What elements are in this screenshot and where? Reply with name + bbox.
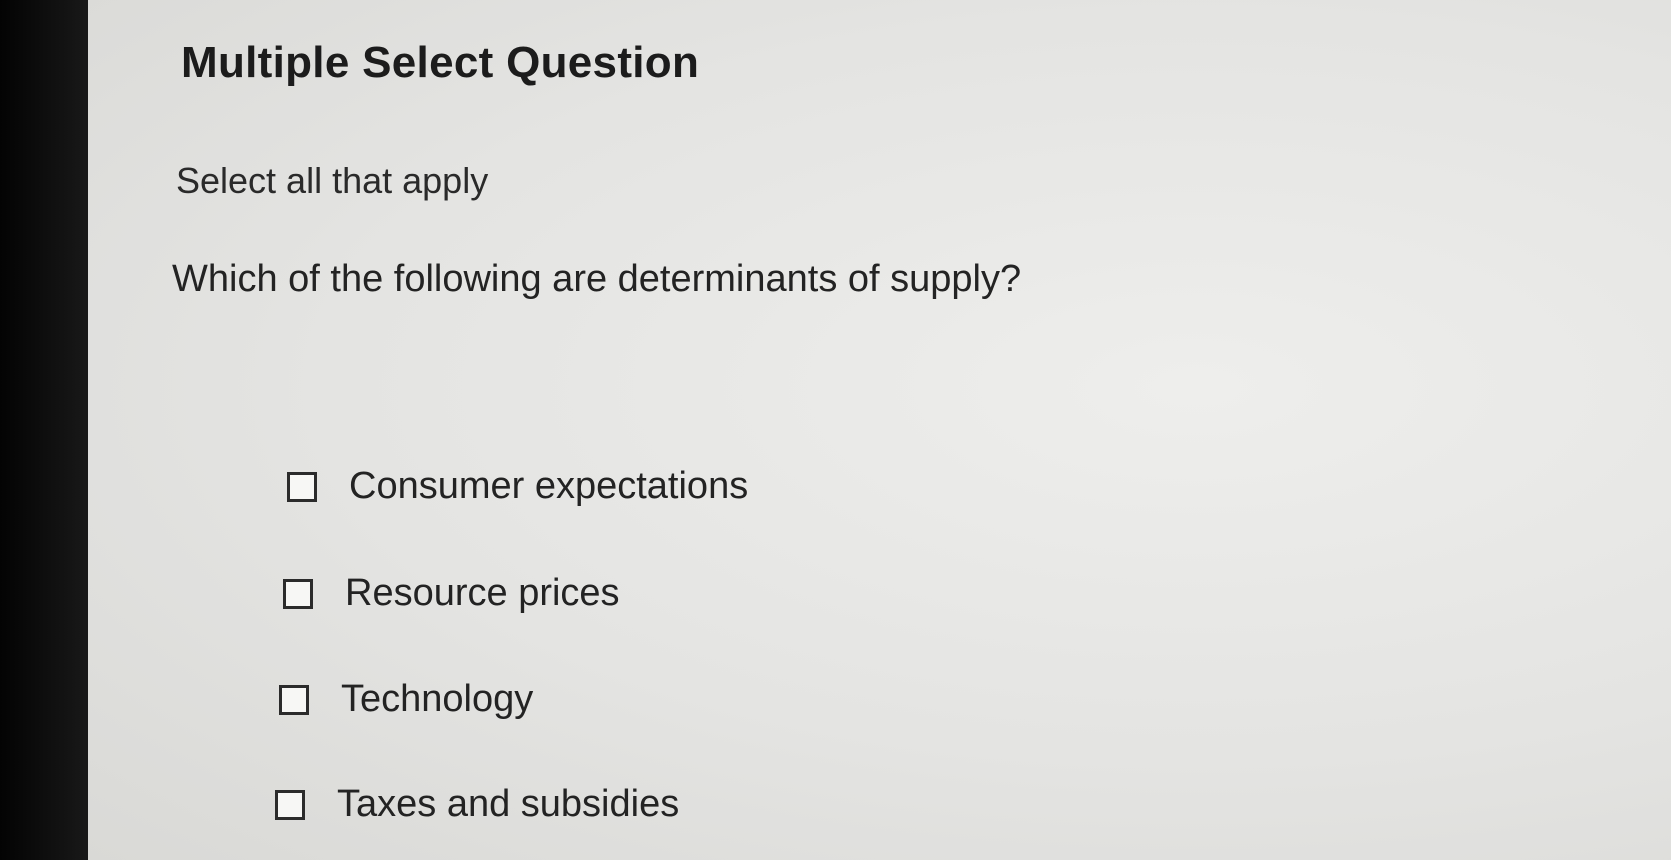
option-consumer-expectations[interactable]: Consumer expectations (287, 465, 748, 508)
question-panel: Multiple Select Question Select all that… (88, 0, 1671, 860)
option-taxes-and-subsidies[interactable]: Taxes and subsidies (275, 783, 679, 826)
option-label: Technology (341, 678, 534, 720)
checkbox[interactable] (283, 578, 313, 609)
option-label: Consumer expectations (349, 465, 749, 507)
answer-options: Consumer expectations Resource prices Te… (88, 0, 1671, 860)
option-resource-prices[interactable]: Resource prices (283, 572, 620, 615)
checkbox[interactable] (287, 471, 317, 502)
screen-bezel (0, 0, 100, 860)
checkbox[interactable] (279, 684, 309, 715)
option-technology[interactable]: Technology (279, 678, 533, 721)
option-label: Resource prices (345, 572, 620, 614)
checkbox[interactable] (275, 789, 305, 820)
option-label: Taxes and subsidies (337, 783, 680, 825)
